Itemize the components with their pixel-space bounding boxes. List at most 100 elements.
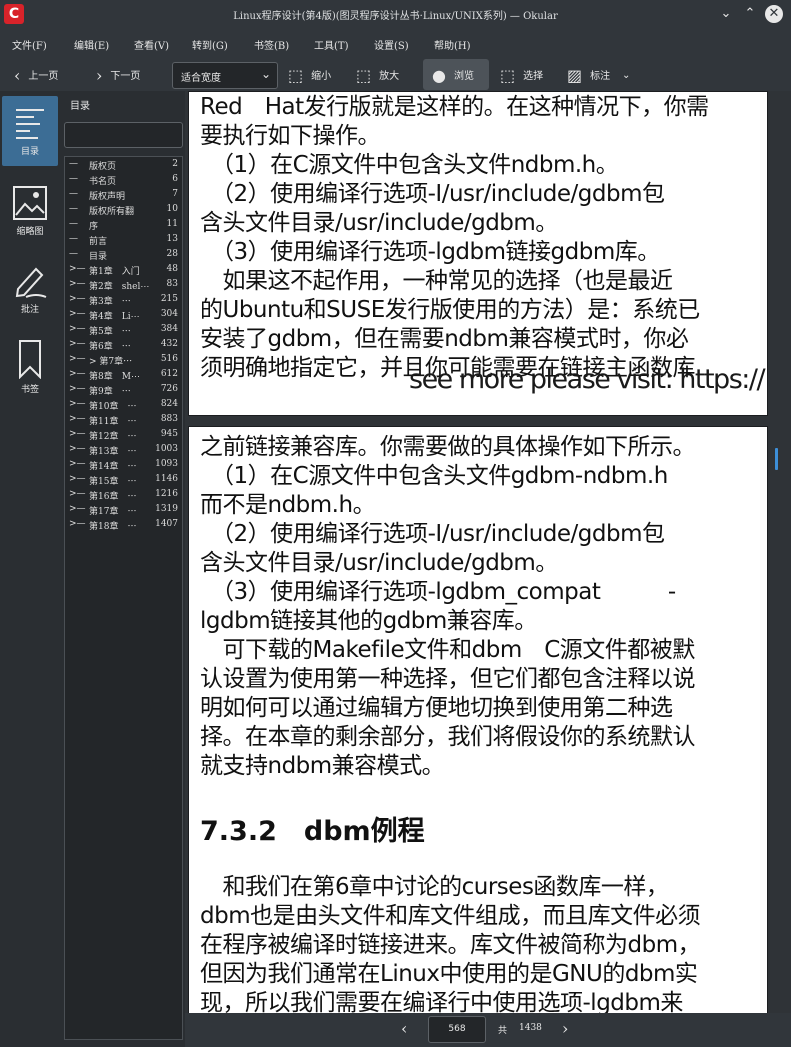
menu-tools[interactable]: 工具(T) <box>314 37 348 52</box>
toc-expander-icon[interactable]: >— <box>69 504 86 514</box>
toc-entry[interactable]: >— 第18章 ⋯ 1407 <box>65 518 182 533</box>
toc-entry[interactable]: >— 第5章 ⋯ 384 <box>65 323 182 338</box>
document-text-line: Red Hat发行版就是这样的。在这种情况下，你需 <box>200 94 709 120</box>
minimize-button[interactable]: ⌄ <box>717 5 735 23</box>
document-text-line: （2）使用编译行选项-I/usr/include/gdbm包 <box>200 521 666 547</box>
toc-expander-icon[interactable]: >— <box>69 414 86 424</box>
toc-entry[interactable]: — 序 11 <box>65 218 182 233</box>
toc-expander-icon[interactable]: >— <box>69 384 86 394</box>
toc-entry[interactable]: >— 第12章 ⋯ 945 <box>65 428 182 443</box>
zoom-in-button[interactable]: ⬚ 放大 <box>356 66 399 85</box>
toc-expander-icon[interactable]: >— <box>69 339 86 349</box>
toc-entry[interactable]: — 版权声明 7 <box>65 188 182 203</box>
document-viewer[interactable]: Red Hat发行版就是这样的。在这种情况下，你需 要执行如下操作。 （1）在C源… <box>185 91 791 1013</box>
toc-expander-icon[interactable]: >— <box>69 279 86 289</box>
toc-entry[interactable]: >— 第2章 shel⋯ 83 <box>65 278 182 293</box>
toc-entry-page: 384 <box>160 324 178 334</box>
toc-entry-label: 第11章 ⋯ <box>89 417 137 427</box>
menu-edit[interactable]: 编辑(E) <box>74 37 109 52</box>
sidebar-item-label: 书签 <box>20 385 39 395</box>
next-page-arrow-icon[interactable]: › <box>562 1019 568 1038</box>
zoom-out-button[interactable]: ⬚ 缩小 <box>288 66 331 85</box>
toc-expander-icon[interactable]: — <box>69 219 78 229</box>
toc-entry-label: 序 <box>89 222 99 232</box>
toc-entry[interactable]: — 版权所有翻 10 <box>65 203 182 218</box>
toc-entry[interactable]: >— 第14章 ⋯ 1093 <box>65 458 182 473</box>
toc-entry[interactable]: >— > 第7章⋯ 516 <box>65 353 182 368</box>
toc-expander-icon[interactable]: — <box>69 234 78 244</box>
toc-expander-icon[interactable]: >— <box>69 489 86 499</box>
previous-page-arrow-icon[interactable]: ‹ <box>401 1019 407 1038</box>
previous-page-button[interactable]: ‹ 上一页 <box>14 66 58 85</box>
toc-expander-icon[interactable]: >— <box>69 354 86 364</box>
close-button[interactable]: ✕ <box>765 5 783 23</box>
menu-file[interactable]: 文件(F) <box>12 37 47 52</box>
sidebar-item-bookmarks[interactable]: 书签 <box>2 339 58 395</box>
menu-settings[interactable]: 设置(S) <box>374 37 409 52</box>
menu-bookmarks[interactable]: 书签(B) <box>254 37 289 52</box>
document-text-line: 可下载的Makefile文件和dbm C源文件都被默 <box>200 637 696 663</box>
toc-entry-page: 10 <box>166 204 178 214</box>
toc-entry[interactable]: — 书名页 6 <box>65 173 182 188</box>
maximize-button[interactable]: ⌃ <box>741 5 759 23</box>
toolbar-overflow-chevron-icon[interactable]: ⌄ <box>622 70 630 81</box>
toc-entry[interactable]: >— 第3章 ⋯ 215 <box>65 293 182 308</box>
toc-expander-icon[interactable]: — <box>69 174 78 184</box>
toc-entry[interactable]: >— 第17章 ⋯ 1319 <box>65 503 182 518</box>
menu-bar: 文件(F) 编辑(E) 查看(V) 转到(G) 书签(B) 工具(T) 设置(S… <box>0 29 791 58</box>
window-title: Linux程序设计(第4版)(图灵程序设计丛书·Linux/UNIX系列) — … <box>233 11 558 22</box>
browse-tool-button[interactable]: ● 浏览 <box>432 66 474 85</box>
toc-entry-label: 第18章 ⋯ <box>89 522 137 532</box>
toc-expander-icon[interactable]: >— <box>69 369 86 379</box>
toc-expander-icon[interactable]: >— <box>69 309 86 319</box>
toc-entry[interactable]: >— 第10章 ⋯ 824 <box>65 398 182 413</box>
document-text-line: 要执行如下操作。 <box>200 123 381 149</box>
menu-go[interactable]: 转到(G) <box>192 37 228 52</box>
toc-expander-icon[interactable]: >— <box>69 324 86 334</box>
toc-entry[interactable]: — 目录 28 <box>65 248 182 263</box>
menu-help[interactable]: 帮助(H) <box>434 37 471 52</box>
toc-expander-icon[interactable]: >— <box>69 519 86 529</box>
toc-entry[interactable]: — 版权页 2 <box>65 158 182 173</box>
document-text-line: （1）在C源文件中包含头文件gdbm-ndbm.h <box>200 463 669 489</box>
toc-expander-icon[interactable]: >— <box>69 444 86 454</box>
toc-entry[interactable]: >— 第6章 ⋯ 432 <box>65 338 182 353</box>
toc-expander-icon[interactable]: — <box>69 249 78 259</box>
sidebar-item-annotations[interactable]: 批注 <box>2 263 58 315</box>
toc-entry[interactable]: >— 第11章 ⋯ 883 <box>65 413 182 428</box>
toc-entry[interactable]: >— 第13章 ⋯ 1003 <box>65 443 182 458</box>
selection-tool-button[interactable]: ⬚ 选择 <box>500 66 543 85</box>
toc-expander-icon[interactable]: >— <box>69 294 86 304</box>
sidebar-item-thumbnails[interactable]: 缩略图 <box>2 185 58 237</box>
menu-view[interactable]: 查看(V) <box>134 37 169 52</box>
page-number-input[interactable]: 568 <box>428 1016 486 1043</box>
document-text-line: 认设置为使用第一种选择，但它们都包含注释以说 <box>200 666 696 692</box>
toc-entry-label: 第4章 Li⋯ <box>89 312 140 322</box>
vertical-scrollbar[interactable] <box>775 448 778 470</box>
toc-expander-icon[interactable]: >— <box>69 264 86 274</box>
contents-search-input[interactable] <box>64 122 183 148</box>
toc-entry[interactable]: — 前言 13 <box>65 233 182 248</box>
zoom-select[interactable]: 适合宽度 ⌄ <box>172 62 278 89</box>
toc-entry[interactable]: >— 第8章 M⋯ 612 <box>65 368 182 383</box>
document-text-line: 择。在本章的剩余部分，我们将假设你的系统默认 <box>200 724 696 750</box>
toc-expander-icon[interactable]: >— <box>69 474 86 484</box>
toc-expander-icon[interactable]: — <box>69 189 78 199</box>
toc-entry-page: 726 <box>160 384 178 394</box>
next-page-button[interactable]: › 下一页 <box>96 66 140 85</box>
toc-expander-icon[interactable]: — <box>69 204 78 214</box>
toc-entry[interactable]: >— 第1章 入门 48 <box>65 263 182 278</box>
toc-expander-icon[interactable]: >— <box>69 459 86 469</box>
toc-entry[interactable]: >— 第16章 ⋯ 1216 <box>65 488 182 503</box>
toc-expander-icon[interactable]: >— <box>69 399 86 409</box>
toc-entry-page: 2 <box>172 159 178 169</box>
total-pages-label: 1438 <box>519 1023 542 1033</box>
annotate-tool-button[interactable]: ▨ 标注 <box>567 66 610 85</box>
toc-entry[interactable]: >— 第9章 ⋯ 726 <box>65 383 182 398</box>
toc-expander-icon[interactable]: >— <box>69 429 86 439</box>
sidebar-item-contents[interactable]: 目录 <box>2 105 58 157</box>
toc-entry-page: 28 <box>166 249 178 259</box>
toc-entry[interactable]: >— 第15章 ⋯ 1146 <box>65 473 182 488</box>
toc-entry[interactable]: >— 第4章 Li⋯ 304 <box>65 308 182 323</box>
toc-expander-icon[interactable]: — <box>69 159 78 169</box>
